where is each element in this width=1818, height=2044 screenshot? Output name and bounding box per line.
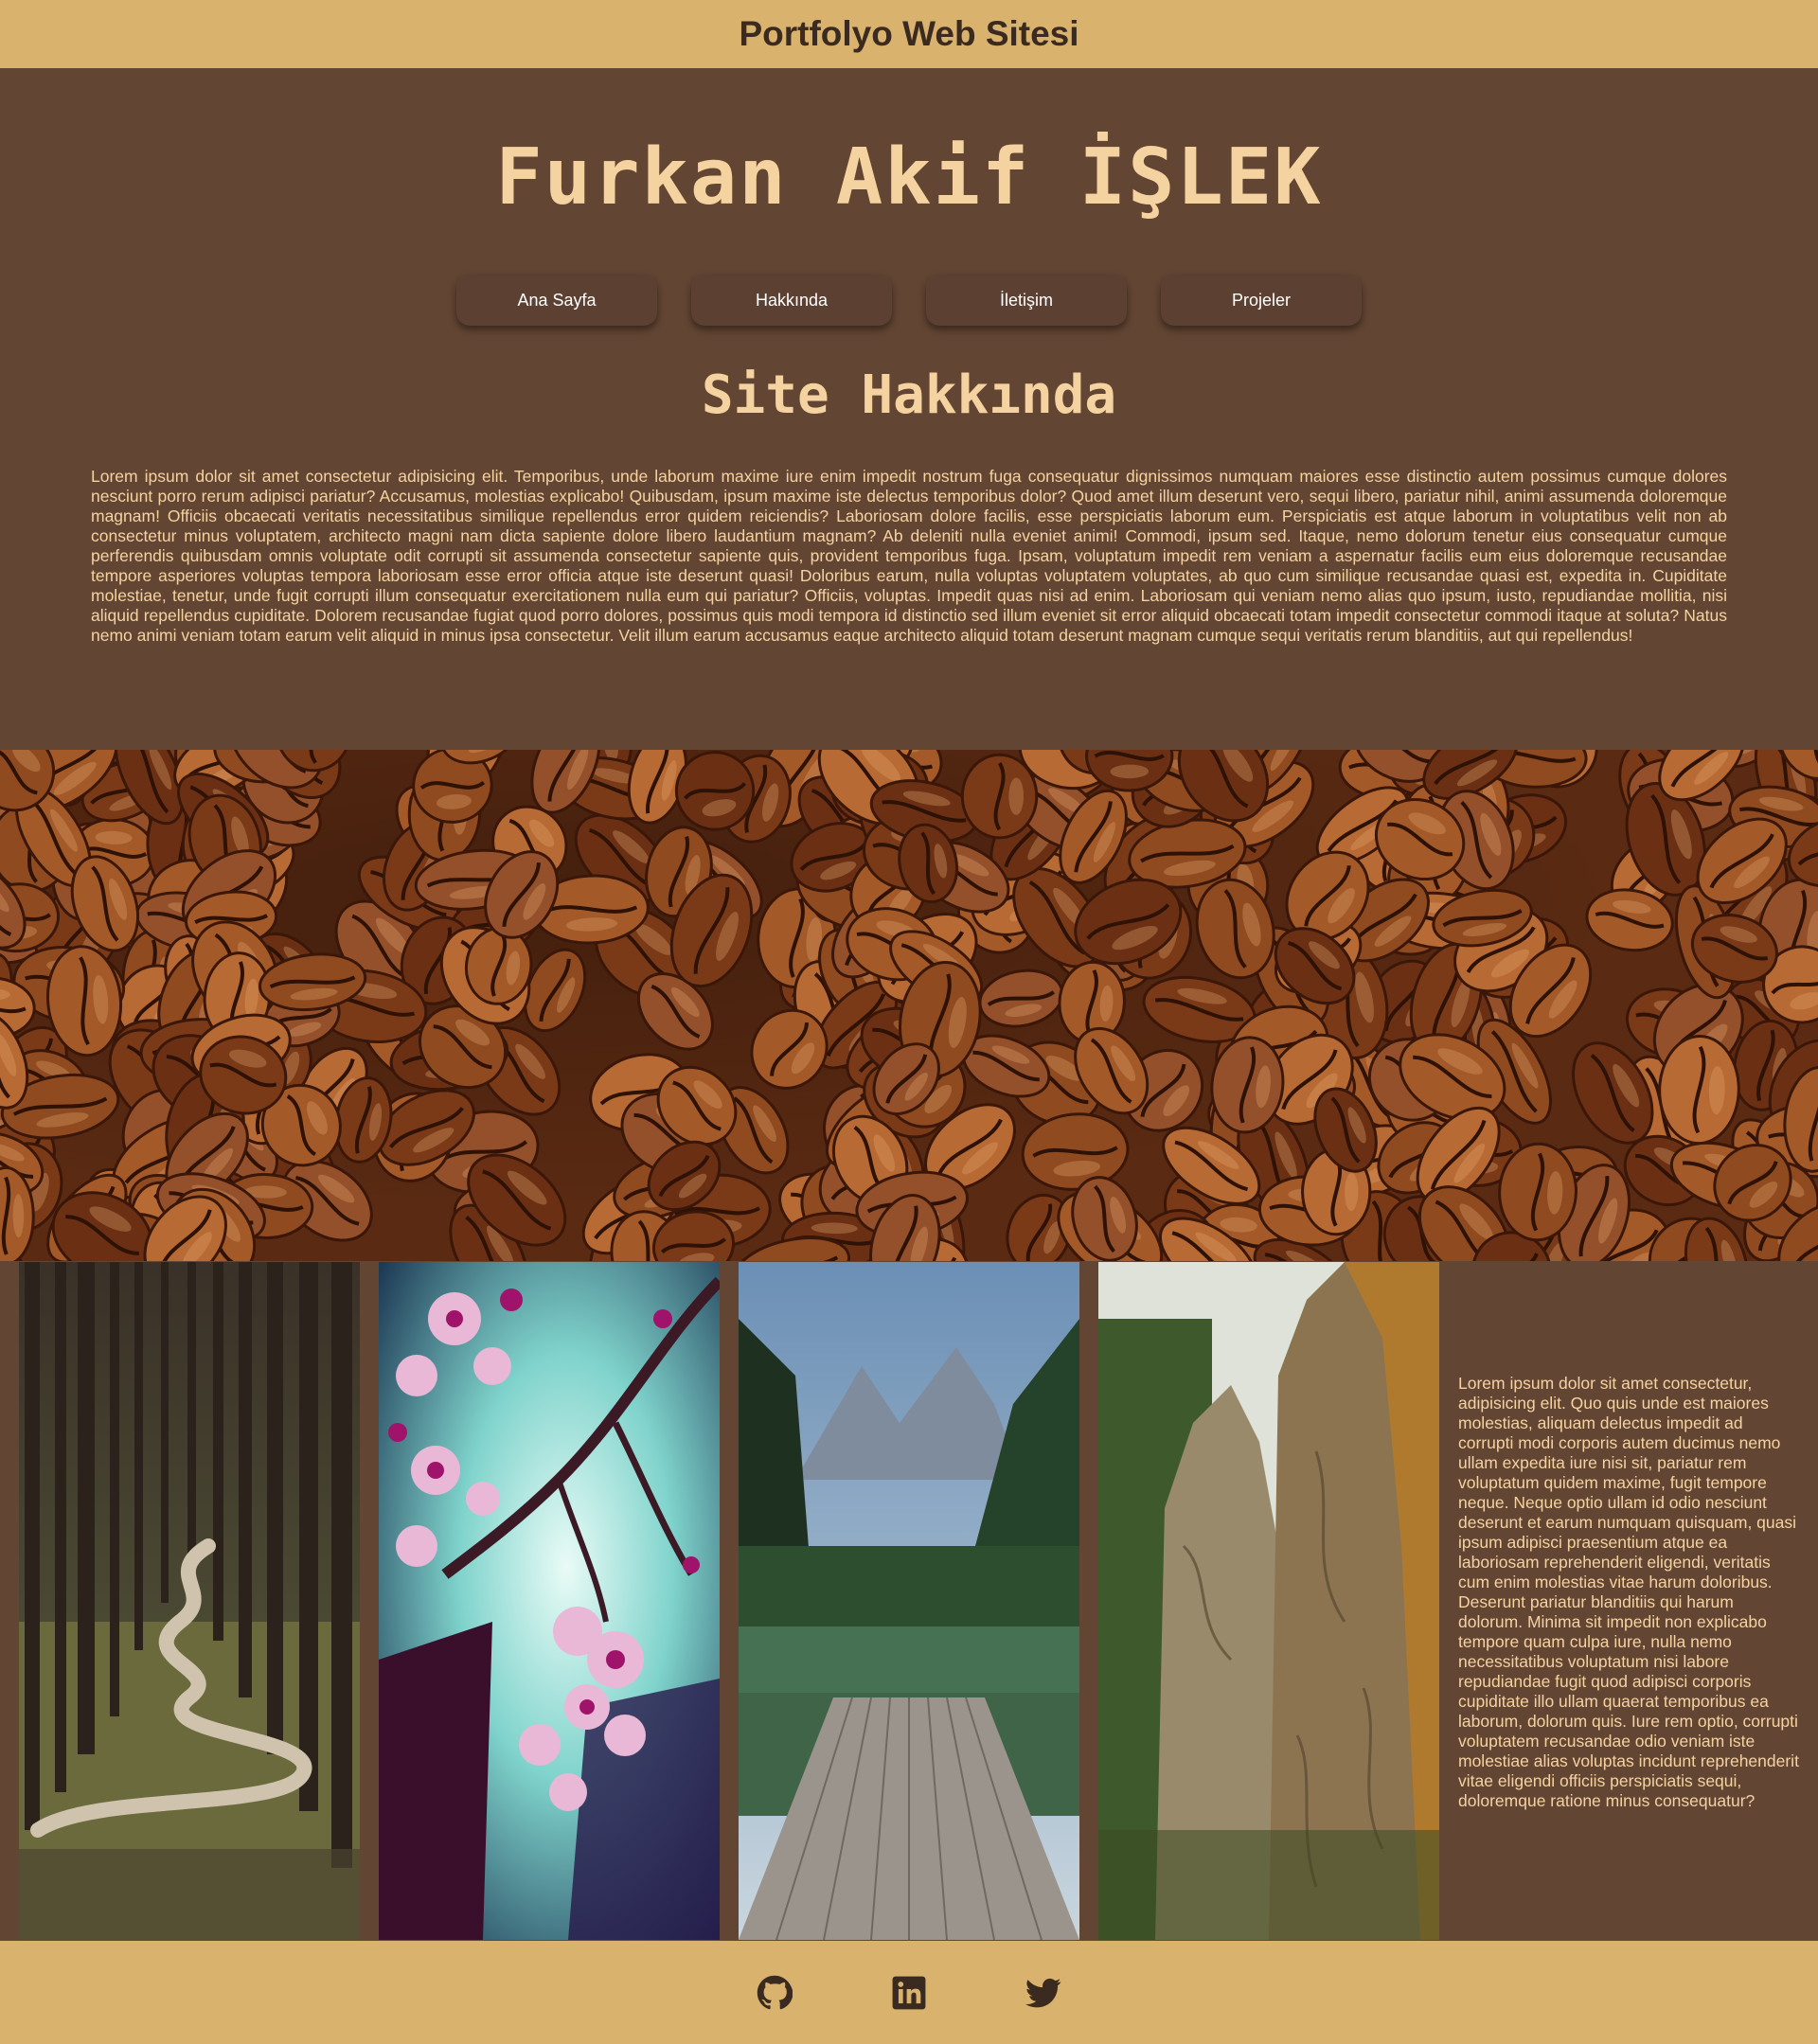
about-text: Lorem ipsum dolor sit amet consectetur a… [91,467,1727,645]
nav-home-button[interactable]: Ana Sayfa [456,275,657,326]
nav-contact-button[interactable]: İletişim [926,275,1127,326]
nav-about-button[interactable]: Hakkında [691,275,892,326]
hero-name: Furkan Akif İŞLEK [495,133,1323,222]
mountain-lake-pier-photo [739,1262,1079,1940]
site-title: Portfolyo Web Sitesi [739,14,1079,53]
twitter-icon[interactable] [1025,1975,1061,2011]
linkedin-icon[interactable] [891,1975,927,2011]
github-icon[interactable] [757,1975,793,2011]
main-nav: Ana Sayfa Hakkında İletişim Projeler [0,275,1818,326]
about-title: Site Hakkında [701,364,1117,426]
top-bar: Portfolyo Web Sitesi [0,0,1818,68]
forest-path-photo [19,1262,360,1940]
footer [0,1941,1818,2044]
cherry-blossom-photo [379,1262,720,1940]
coffee-banner-image [0,750,1818,1261]
nav-projects-button[interactable]: Projeler [1161,275,1362,326]
gallery-side-text: Lorem ipsum dolor sit amet consectetur, … [1458,1374,1799,1810]
rock-formation-photo [1098,1262,1439,1940]
